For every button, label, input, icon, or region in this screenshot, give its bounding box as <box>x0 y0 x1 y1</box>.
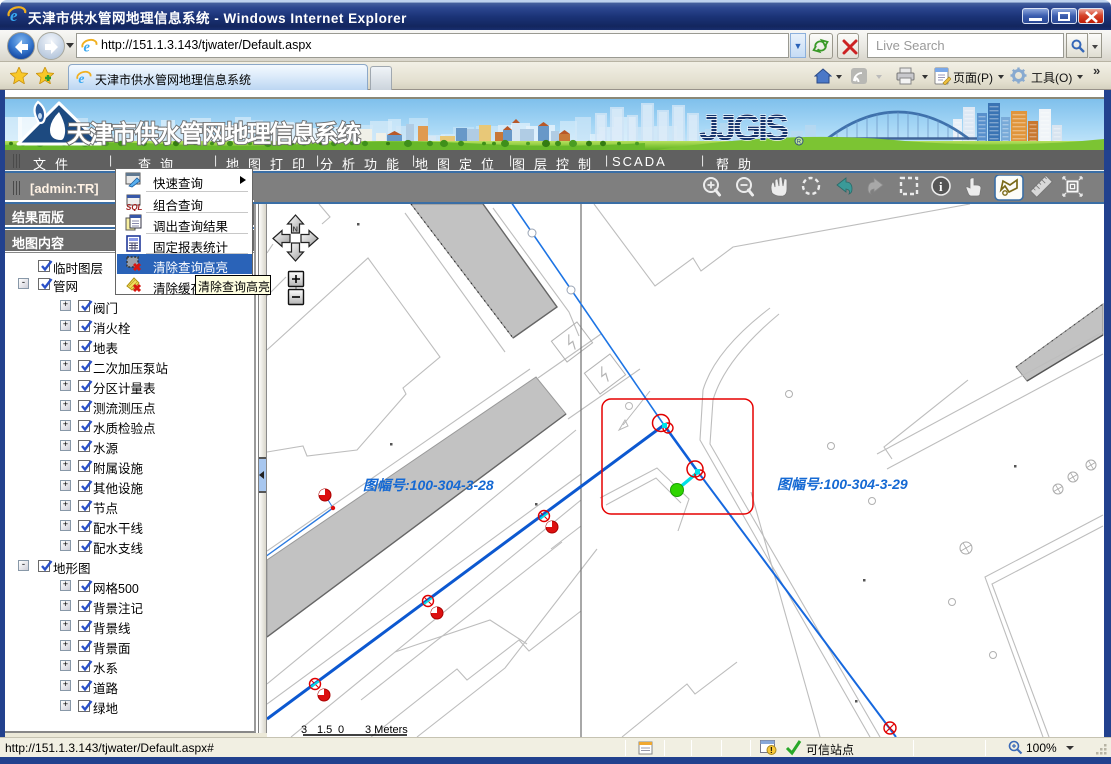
svg-text:天津市供水管网地理信息系统: 天津市供水管网地理信息系统 <box>67 120 361 148</box>
svg-text:0: 0 <box>338 724 344 736</box>
svg-text:JJGIS: JJGIS <box>699 107 788 148</box>
svg-text:图幅号:100-304-3-29: 图幅号:100-304-3-29 <box>777 476 908 492</box>
svg-text:!: ! <box>770 746 773 755</box>
svg-text:图幅号:100-304-3-28: 图幅号:100-304-3-28 <box>363 477 494 493</box>
svg-text:1.5: 1.5 <box>317 724 332 736</box>
svg-text:i: i <box>939 179 943 194</box>
svg-text:N: N <box>293 225 298 234</box>
svg-text:3: 3 <box>301 724 307 736</box>
svg-text:R: R <box>797 140 802 146</box>
svg-text:3 Meters: 3 Meters <box>365 724 408 736</box>
svg-text:SQL: SQL <box>126 203 143 211</box>
